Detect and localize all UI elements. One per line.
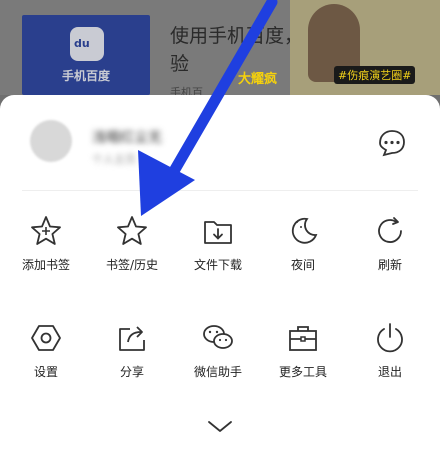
wechat-assistant-label: 微信助手 [193, 365, 242, 379]
settings-button[interactable]: 设置 [2, 320, 90, 400]
menu-row-1: 添加书签 书签/历史 文件下载 夜间 刷新 [0, 213, 440, 303]
refresh-label: 刷新 [377, 258, 402, 272]
message-button[interactable] [372, 123, 412, 163]
profile-row[interactable]: 浅唱红尘无 个人主页 [22, 115, 422, 175]
power-icon [377, 323, 403, 353]
share-label: 分享 [119, 365, 144, 379]
star-icon [117, 216, 147, 245]
refresh-icon [378, 217, 402, 243]
promo-tag: #伤痕演艺圈# [334, 66, 416, 84]
app-logo: du 手机百度 [22, 15, 150, 95]
night-mode-label: 夜间 [290, 258, 315, 272]
background-page: du 手机百度 使用手机百度，更顺畅搜索体验 手机百 #伤痕演艺圈# 大耀疯 [0, 0, 440, 99]
download-folder-icon [204, 221, 232, 244]
paw-logo-icon: du [70, 27, 104, 61]
bookmarks-history-label: 书签/历史 [105, 258, 159, 272]
avatar[interactable] [30, 120, 72, 162]
logo-name: 手机百度 [61, 69, 110, 83]
menu-row-2: 设置 分享 微信助手 更多工具 退出 [0, 320, 440, 410]
wechat-assistant-button[interactable]: 微信助手 [174, 320, 262, 400]
chevron-down-icon [208, 421, 232, 432]
more-tools-button[interactable]: 更多工具 [259, 320, 347, 400]
divider [22, 190, 418, 191]
menu-sheet: 浅唱红尘无 个人主页 添加书签 书签/历史 文件下载 夜间 刷新 设置 分享 微… [0, 95, 440, 450]
moon-icon [291, 217, 318, 244]
chat-bubble-icon [379, 130, 405, 157]
promo-brand: 大耀疯 [238, 72, 278, 87]
toolbox-icon [289, 326, 317, 351]
share-button[interactable]: 分享 [88, 320, 176, 400]
bookmarks-history-button[interactable]: 书签/历史 [88, 213, 176, 293]
wechat-icon [203, 325, 233, 349]
file-download-button[interactable]: 文件下载 [174, 213, 262, 293]
file-download-label: 文件下载 [193, 258, 242, 272]
add-bookmark-label: 添加书签 [21, 258, 70, 272]
exit-label: 退出 [377, 365, 402, 379]
exit-button[interactable]: 退出 [346, 320, 434, 400]
user-name: 浅唱红尘无 [92, 130, 162, 146]
share-icon [119, 326, 145, 351]
promo-banner: #伤痕演艺圈# 大耀疯 [238, 0, 440, 95]
add-bookmark-button[interactable]: 添加书签 [2, 213, 90, 293]
settings-hexagon-icon [31, 325, 61, 351]
settings-label: 设置 [33, 365, 58, 379]
star-plus-icon [31, 216, 61, 245]
user-subtitle: 个人主页 [92, 153, 136, 166]
refresh-button[interactable]: 刷新 [346, 213, 434, 293]
night-mode-button[interactable]: 夜间 [259, 213, 347, 293]
collapse-button[interactable] [205, 417, 235, 437]
more-tools-label: 更多工具 [278, 365, 327, 379]
